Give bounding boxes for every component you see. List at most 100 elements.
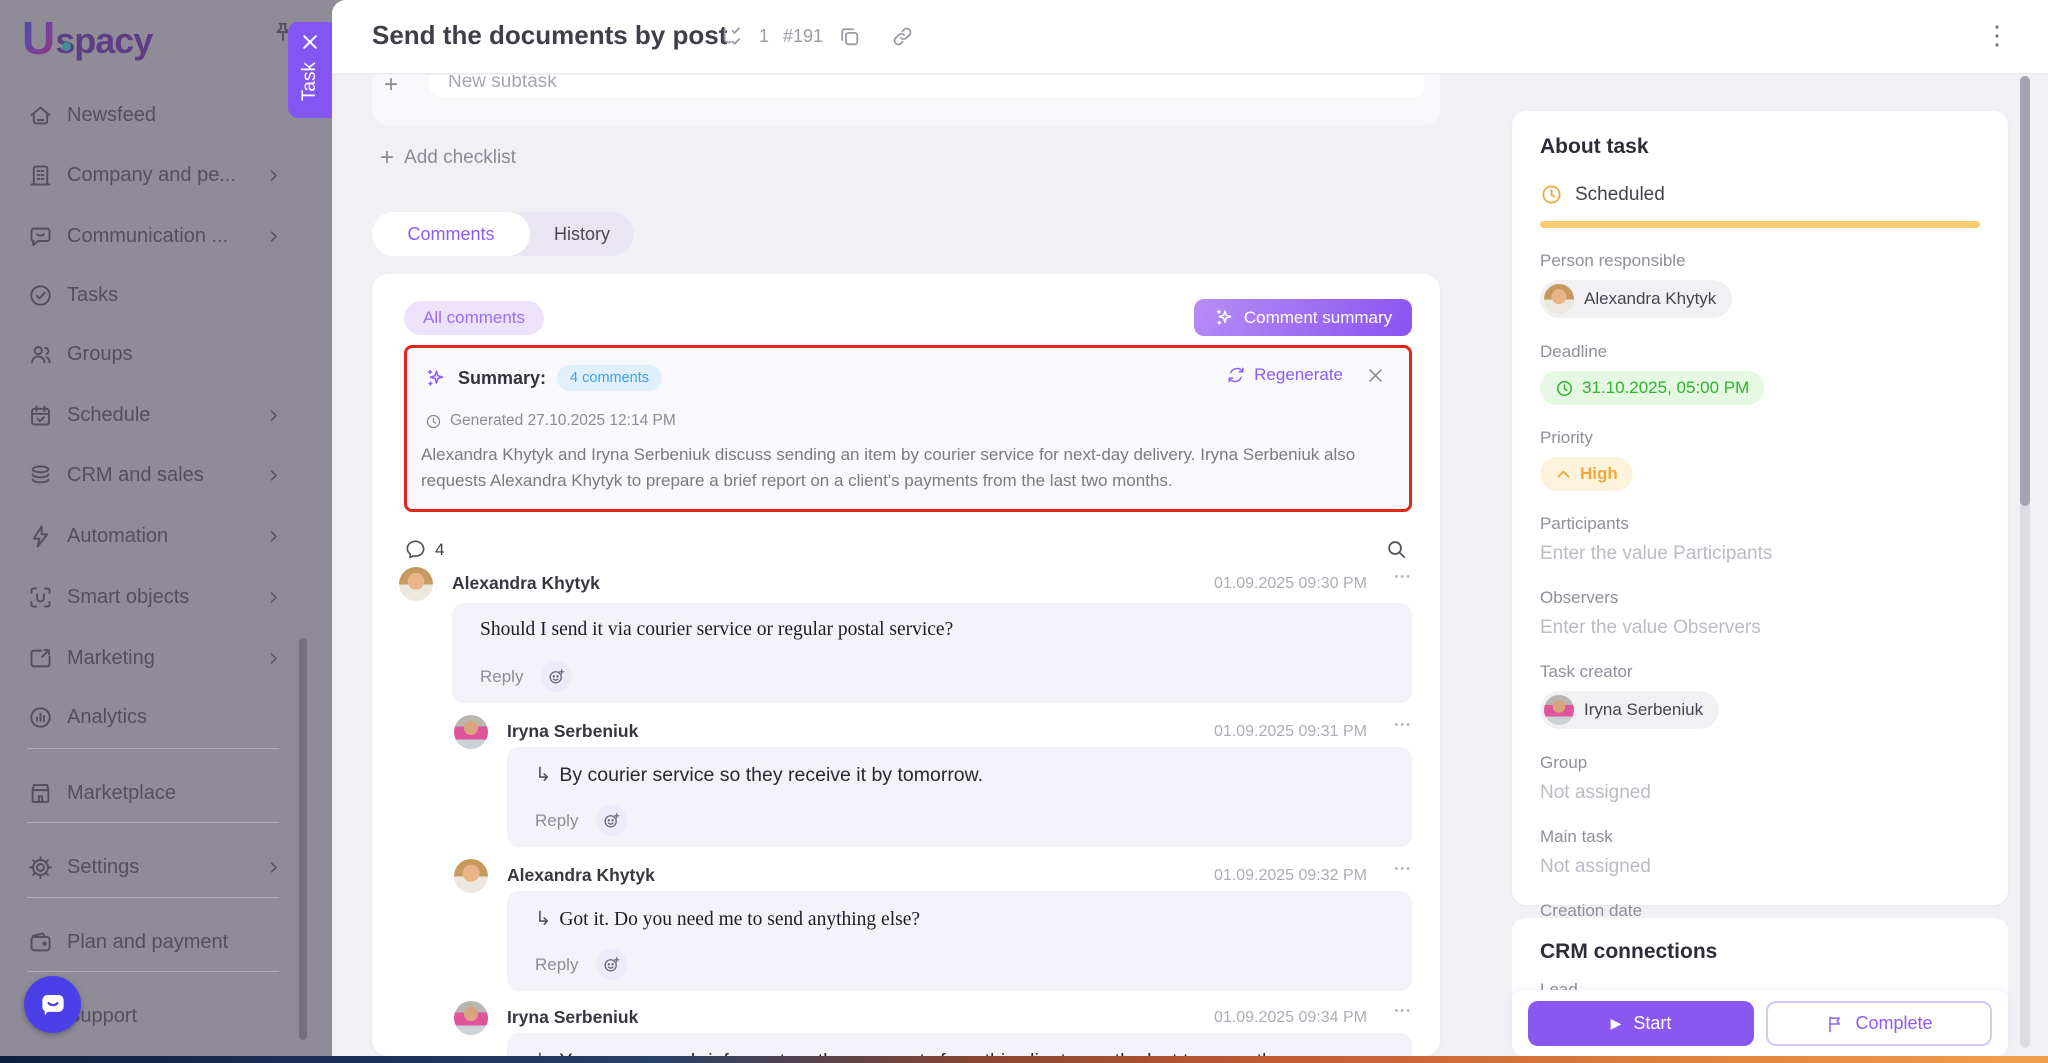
sidebar-item-smart-objects[interactable]: Smart objects xyxy=(27,579,289,615)
smart-objects-icon xyxy=(27,584,54,611)
sidebar-item-crm[interactable]: CRM and sales xyxy=(27,457,289,493)
subtasks-icon[interactable] xyxy=(720,24,745,49)
task-number: #191 xyxy=(783,26,823,47)
sidebar-item-label: Marketing xyxy=(67,647,155,670)
complete-button[interactable]: Complete xyxy=(1766,1001,1992,1046)
clock-icon xyxy=(1555,379,1574,398)
sidebar-item-schedule[interactable]: Schedule xyxy=(27,397,289,433)
comment-menu-icon[interactable]: ••• xyxy=(1394,719,1412,731)
priority-value[interactable]: High xyxy=(1540,457,1633,491)
participants-label: Participants xyxy=(1540,514,1980,534)
lightning-icon xyxy=(27,523,54,550)
task-title[interactable]: Send the documents by post xyxy=(372,20,727,51)
comment-text: ↳Yes, prepare a brief report on the paym… xyxy=(535,1049,1288,1056)
chevron-right-icon xyxy=(266,168,281,183)
check-circle-icon xyxy=(27,282,54,309)
comment-menu-icon[interactable]: ••• xyxy=(1394,1005,1412,1017)
add-reaction-icon[interactable] xyxy=(596,805,627,836)
chat-bubble-icon xyxy=(38,990,68,1020)
sidebar-divider xyxy=(27,748,279,749)
task-creator-chip[interactable]: Iryna Serbeniuk xyxy=(1540,691,1719,729)
add-checklist-button[interactable]: + Add checklist xyxy=(380,146,516,170)
chevron-right-icon xyxy=(266,468,281,483)
comment-author[interactable]: Alexandra Khytyk xyxy=(507,865,655,886)
comment-timestamp: 01.09.2025 09:34 PM xyxy=(1167,1009,1367,1027)
comment-header: Iryna Serbeniuk 01.09.2025 09:31 PM ••• xyxy=(507,715,1412,749)
observers-placeholder[interactable]: Enter the value Observers xyxy=(1540,617,1980,639)
person-responsible-chip[interactable]: Alexandra Khytyk xyxy=(1540,280,1732,318)
search-comments-icon[interactable] xyxy=(1385,538,1408,561)
close-icon[interactable] xyxy=(300,32,320,52)
comment-menu-icon[interactable]: ••• xyxy=(1394,863,1412,875)
sidebar-item-marketplace[interactable]: Marketplace xyxy=(27,775,289,811)
comment-menu-icon[interactable]: ••• xyxy=(1394,571,1412,583)
main-task-label: Main task xyxy=(1540,827,1980,847)
reply-button[interactable]: Reply xyxy=(535,811,578,831)
participants-placeholder[interactable]: Enter the value Participants xyxy=(1540,543,1980,565)
sidebar-item-plan-payment[interactable]: Plan and payment xyxy=(27,924,289,960)
avatar[interactable] xyxy=(399,567,433,601)
avatar[interactable] xyxy=(454,859,488,893)
reply-button[interactable]: Reply xyxy=(480,667,523,687)
logo-text: spacy xyxy=(55,16,152,66)
sidebar-item-communication[interactable]: Communication ... xyxy=(27,218,289,254)
tab-history[interactable]: History xyxy=(530,212,634,256)
sidebar-item-groups[interactable]: Groups xyxy=(27,336,289,372)
start-button[interactable]: ▶ Start xyxy=(1528,1001,1754,1046)
avatar[interactable] xyxy=(454,715,488,749)
avatar[interactable] xyxy=(454,1001,488,1035)
sidebar-item-settings[interactable]: Settings xyxy=(27,849,289,885)
add-reaction-icon[interactable] xyxy=(596,949,627,980)
sidebar-item-newsfeed[interactable]: Newsfeed xyxy=(27,97,289,133)
uspacy-logo[interactable]: U spacy xyxy=(22,16,152,66)
comment-author[interactable]: Alexandra Khytyk xyxy=(452,573,600,594)
kebab-menu-icon[interactable]: ⋮ xyxy=(1984,20,2010,50)
sidebar-item-tasks[interactable]: Tasks xyxy=(27,277,289,313)
ai-summary-box: Summary: 4 comments Regenerate Generated… xyxy=(404,345,1412,512)
main-scrollbar-thumb[interactable] xyxy=(2020,76,2030,506)
sidebar-item-company[interactable]: Company and pe... xyxy=(27,157,289,193)
copy-icon[interactable] xyxy=(837,24,862,49)
sidebar: U spacy Newsfeed Company and pe... Commu… xyxy=(0,0,332,1056)
task-panel-tab[interactable]: Task xyxy=(288,22,332,118)
sidebar-item-marketing[interactable]: Marketing xyxy=(27,640,289,676)
about-task-panel: About task Scheduled Person responsible … xyxy=(1512,111,2008,905)
support-chat-button[interactable] xyxy=(24,976,81,1033)
tab-comments[interactable]: Comments xyxy=(372,212,530,256)
regenerate-button[interactable]: Regenerate xyxy=(1226,365,1343,385)
link-icon[interactable] xyxy=(890,24,915,49)
status-clock-icon xyxy=(1540,183,1563,206)
chevron-right-icon xyxy=(266,408,281,423)
sidebar-item-label: Schedule xyxy=(67,404,150,427)
main-task-value[interactable]: Not assigned xyxy=(1540,856,1980,878)
chevron-right-icon xyxy=(266,229,281,244)
observers-label: Observers xyxy=(1540,588,1980,608)
summary-generated-row: Generated 27.10.2025 12:14 PM xyxy=(425,412,676,430)
new-subtask-input[interactable] xyxy=(430,75,1424,97)
comment-summary-button[interactable]: Comment summary xyxy=(1194,299,1412,336)
sidebar-item-label: Groups xyxy=(67,343,133,366)
sidebar-scrollbar[interactable] xyxy=(299,638,307,1040)
comment-author[interactable]: Iryna Serbeniuk xyxy=(507,1007,638,1028)
comments-history-tabs: Comments History xyxy=(372,212,634,256)
subtask-section: + xyxy=(372,75,1440,125)
comment-author[interactable]: Iryna Serbeniuk xyxy=(507,721,638,742)
comment-bubble: ↳Got it. Do you need me to send anything… xyxy=(507,891,1412,991)
person-responsible-label: Person responsible xyxy=(1540,251,1980,271)
close-summary-icon[interactable] xyxy=(1366,366,1385,385)
store-icon xyxy=(27,780,54,807)
crm-connections-title: CRM connections xyxy=(1540,940,1980,964)
all-comments-filter[interactable]: All comments xyxy=(404,301,544,335)
reply-button[interactable]: Reply xyxy=(535,955,578,975)
speech-bubble-icon xyxy=(404,538,427,561)
sidebar-item-analytics[interactable]: Analytics xyxy=(27,699,289,735)
sidebar-item-automation[interactable]: Automation xyxy=(27,518,289,554)
clock-icon xyxy=(425,413,442,430)
add-reaction-icon[interactable] xyxy=(541,661,572,692)
sidebar-item-label: Newsfeed xyxy=(67,104,156,127)
task-status[interactable]: Scheduled xyxy=(1540,183,1980,206)
calendar-icon xyxy=(27,402,54,429)
group-value[interactable]: Not assigned xyxy=(1540,782,1980,804)
sidebar-item-label: Automation xyxy=(67,525,168,548)
deadline-value[interactable]: 31.10.2025, 05:00 PM xyxy=(1540,371,1764,405)
